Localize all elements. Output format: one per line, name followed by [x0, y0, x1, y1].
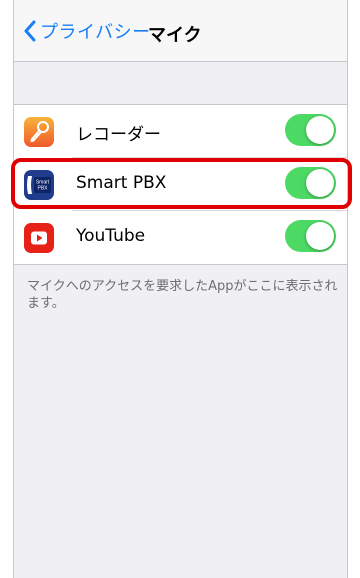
smart-pbx-mic-toggle[interactable] — [285, 167, 336, 199]
footer-note: マイクへのアクセスを要求したAppがここに表示されます。 — [27, 279, 338, 311]
smart-pbx-icon: Smart PBX — [24, 170, 54, 200]
app-name: Smart PBX — [76, 173, 167, 193]
recorder-icon — [24, 117, 54, 147]
chevron-left-icon — [24, 20, 36, 42]
toggle-knob — [306, 222, 334, 250]
navigation-bar: プライバシー マイク — [14, 0, 347, 62]
app-list: レコーダー Smart PBX Smart PBX YouTube — [14, 104, 347, 265]
list-item-recorder: レコーダー — [14, 105, 347, 158]
smart-pbx-icon-text-bottom: PBX — [37, 186, 48, 192]
recorder-mic-toggle[interactable] — [285, 114, 336, 146]
app-name: レコーダー — [76, 125, 161, 145]
settings-screen: プライバシー マイク レコーダー Smart PBX Smart PBX You… — [13, 0, 348, 578]
app-name: YouTube — [76, 226, 146, 246]
toggle-knob — [306, 169, 334, 197]
back-button-label: プライバシー — [40, 22, 151, 43]
page-title: マイク — [148, 25, 202, 46]
youtube-mic-toggle[interactable] — [285, 220, 336, 252]
youtube-icon — [24, 223, 54, 253]
list-item-smart-pbx: Smart PBX Smart PBX — [14, 158, 347, 211]
toggle-knob — [306, 116, 334, 144]
list-item-youtube: YouTube — [14, 211, 347, 264]
back-button[interactable]: プライバシー — [23, 17, 151, 45]
